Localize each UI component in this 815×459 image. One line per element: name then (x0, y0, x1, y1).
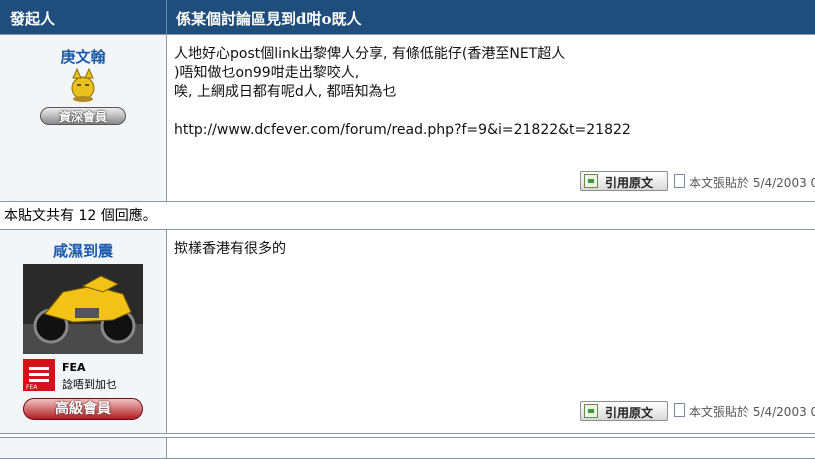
post-row-1: 庚文翰 資深會員 人地好心post個link出黎俾人分享, 有條低能仔(香港至N… (0, 34, 815, 202)
quote-icon (584, 174, 598, 188)
post-1-line: 唉, 上網成日都有呢d人, 都唔知為乜 (174, 84, 397, 100)
fea-logo-icon: FEA (23, 359, 55, 391)
signature-name: FEA (62, 361, 86, 374)
post-row-2: 咸濕到震 FEA FEA 諗唔到加乜 高級會員 揿樣香港有很多的 引用原文 本文… (0, 229, 815, 434)
post-2-content: 揿樣香港有很多的 引用原文 本文張貼於 5/4/2003 0 (167, 230, 815, 433)
thread-header: 發起人 係某個討論區見到d咁o既人 (0, 0, 815, 35)
quote-button-label: 引用原文 (605, 176, 654, 190)
post-1-author-panel: 庚文翰 資深會員 (0, 35, 167, 201)
svg-text:FEA: FEA (26, 384, 38, 391)
quote-icon (584, 404, 598, 418)
post-2-author-name[interactable]: 咸濕到震 (0, 240, 166, 261)
rank-badge: 高級會員 (23, 398, 143, 420)
post-3-author-panel (0, 438, 167, 458)
rank-badge: 資深會員 (40, 107, 126, 125)
post-timestamp: 本文張貼於 5/4/2003 0 (689, 176, 815, 190)
thread-title: 係某個討論區見到d咁o既人 (176, 10, 362, 28)
post-1-line: )唔知做乜on99咁走出黎咬人, (174, 65, 360, 81)
post-2-body: 揿樣香港有很多的 (174, 241, 286, 257)
post-1-author-name[interactable]: 庚文翰 (0, 46, 166, 67)
post-3-content (167, 438, 815, 458)
post-1-body: 人地好心post個link出黎俾人分享, 有條低能仔(香港至NET超人 )唔知做… (174, 45, 631, 140)
post-1-content: 人地好心post個link出黎俾人分享, 有條低能仔(香港至NET超人 )唔知做… (167, 35, 815, 201)
header-author-label: 發起人 (10, 10, 56, 28)
reply-count: 本貼文共有 12 個回應。 (4, 208, 157, 224)
quote-button-label: 引用原文 (605, 406, 654, 420)
post-1-line: 人地好心post個link出黎俾人分享, 有條低能仔(香港至NET超人 (174, 46, 566, 62)
post-2-author-panel: 咸濕到震 FEA FEA 諗唔到加乜 高級會員 (0, 230, 167, 433)
post-timestamp: 本文張貼於 5/4/2003 0 (689, 405, 815, 419)
quote-button[interactable]: 引用原文 (580, 401, 668, 421)
quote-button[interactable]: 引用原文 (580, 171, 668, 191)
motorcycle-avatar-image (23, 264, 143, 354)
pokemon-avatar-icon (71, 68, 95, 102)
post-row-3 (0, 437, 815, 459)
document-icon (674, 403, 685, 417)
post-1-link[interactable]: http://www.dcfever.com/forum/read.php?f=… (174, 122, 631, 138)
signature-text: 諗唔到加乜 (62, 378, 117, 391)
document-icon (674, 174, 685, 188)
